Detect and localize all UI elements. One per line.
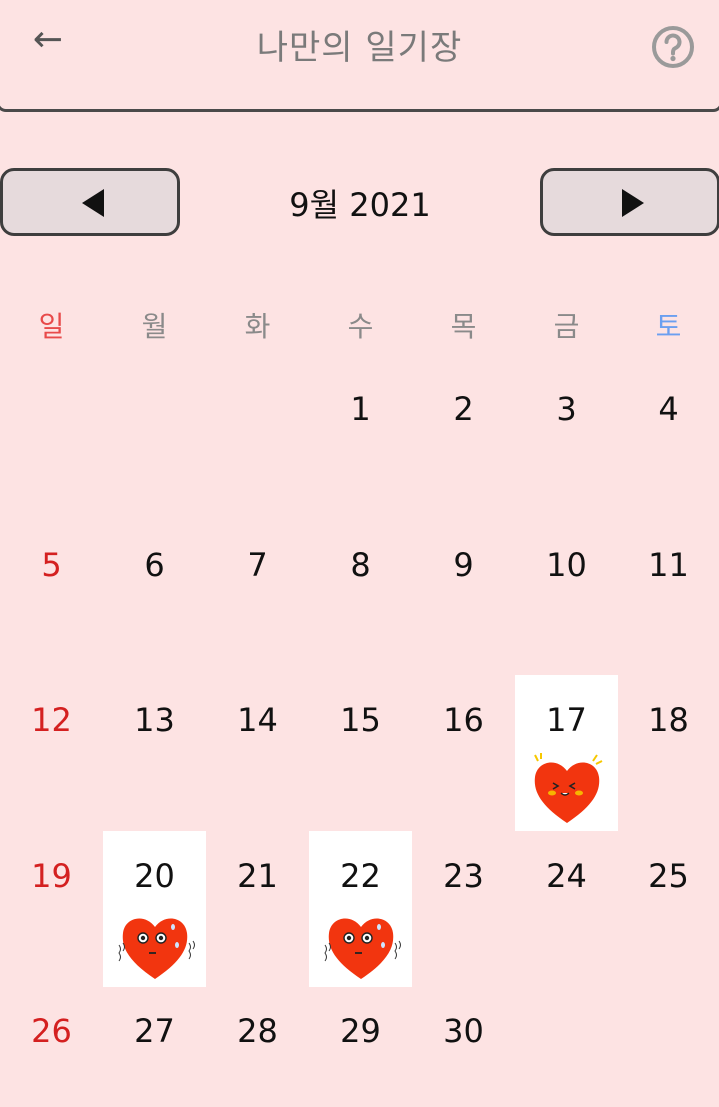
day-cell-22[interactable]: 22 [309,830,412,987]
day-number: 5 [41,545,62,584]
day-number: 26 [31,1012,72,1050]
happy-heart-icon [534,753,603,823]
day-number: 13 [134,701,175,739]
day-cell-15[interactable]: 15 [309,675,412,831]
day-cell-28[interactable]: 28 [206,986,309,1107]
day-cell-2[interactable]: 2 [412,364,515,520]
day-number: 1 [350,390,371,428]
day-cell-20[interactable]: 20 [103,830,206,987]
month-year-label: 9월 2021 [289,186,431,224]
help-button[interactable] [650,24,696,70]
day-number: 22 [340,856,381,895]
day-cell-5[interactable]: 5 [0,520,103,676]
day-cell-18[interactable]: 18 [617,675,719,831]
day-number: 23 [443,856,484,895]
day-cell-3[interactable]: 3 [515,364,618,520]
day-cell-21[interactable]: 21 [206,831,309,987]
day-cell-26[interactable]: 26 [0,986,103,1107]
day-number: 8 [350,545,371,584]
day-number: 18 [648,701,689,739]
day-number: 29 [340,1012,381,1050]
day-cell-7[interactable]: 7 [206,520,309,676]
day-cell-9[interactable]: 9 [412,520,515,676]
day-number: 21 [237,856,278,895]
day-cell-1[interactable]: 1 [309,364,412,520]
day-number: 27 [134,1012,175,1050]
weekday-friday: 금 [553,310,580,343]
day-cell-16[interactable]: 16 [412,675,515,831]
day-number: 19 [31,856,72,895]
day-number: 6 [144,545,165,584]
day-cell-30[interactable]: 30 [412,986,515,1107]
worried-heart-icon [324,917,401,979]
day-cell-13[interactable]: 13 [103,675,206,831]
day-number: 20 [134,856,175,895]
day-cell-6[interactable]: 6 [103,520,206,676]
day-cell-8[interactable]: 8 [309,520,412,676]
day-number: 25 [648,856,689,895]
triangle-left-icon [82,189,104,217]
day-number: 2 [453,390,474,428]
day-cell-11[interactable]: 11 [617,520,719,676]
next-month-button[interactable] [540,168,719,236]
worried-heart-icon [118,917,195,979]
day-cell-17[interactable]: 17 [515,675,618,831]
day-number: 14 [237,701,278,739]
day-number: 12 [31,701,72,739]
page-title: 나만의 일기장 [256,28,463,68]
day-cell-4[interactable]: 4 [617,364,719,520]
weekday-wednesday: 수 [347,310,374,343]
day-number: 10 [546,545,587,584]
day-number: 9 [453,545,474,584]
day-cell-14[interactable]: 14 [206,675,309,831]
day-cell-10[interactable]: 10 [515,520,618,676]
day-cell-12[interactable]: 12 [0,675,103,831]
weekday-header-row: 일 월 화 수 목 금 토 [0,305,719,349]
day-number: 3 [556,390,577,428]
weekday-saturday: 토 [655,310,682,343]
day-number: 4 [658,390,679,428]
weekday-sunday: 일 [38,310,65,343]
question-circle-icon [652,26,694,68]
day-number: 24 [546,856,587,895]
day-number: 15 [340,701,381,739]
day-number: 16 [443,701,484,739]
day-cell-25[interactable]: 25 [617,831,719,987]
triangle-right-icon [622,189,644,217]
day-number: 7 [247,545,268,584]
day-cell-27[interactable]: 27 [103,986,206,1107]
prev-month-button[interactable] [0,168,180,236]
weekday-monday: 월 [141,310,168,343]
day-cell-19[interactable]: 19 [0,831,103,987]
day-cell-23[interactable]: 23 [412,831,515,987]
weekday-thursday: 목 [450,310,477,343]
day-cell-29[interactable]: 29 [309,986,412,1107]
weekday-tuesday: 화 [244,310,271,343]
day-number: 28 [237,1012,278,1050]
day-number: 17 [546,701,587,739]
day-cell-24[interactable]: 24 [515,831,618,987]
day-number: 30 [443,1012,484,1050]
day-number: 11 [648,545,689,584]
